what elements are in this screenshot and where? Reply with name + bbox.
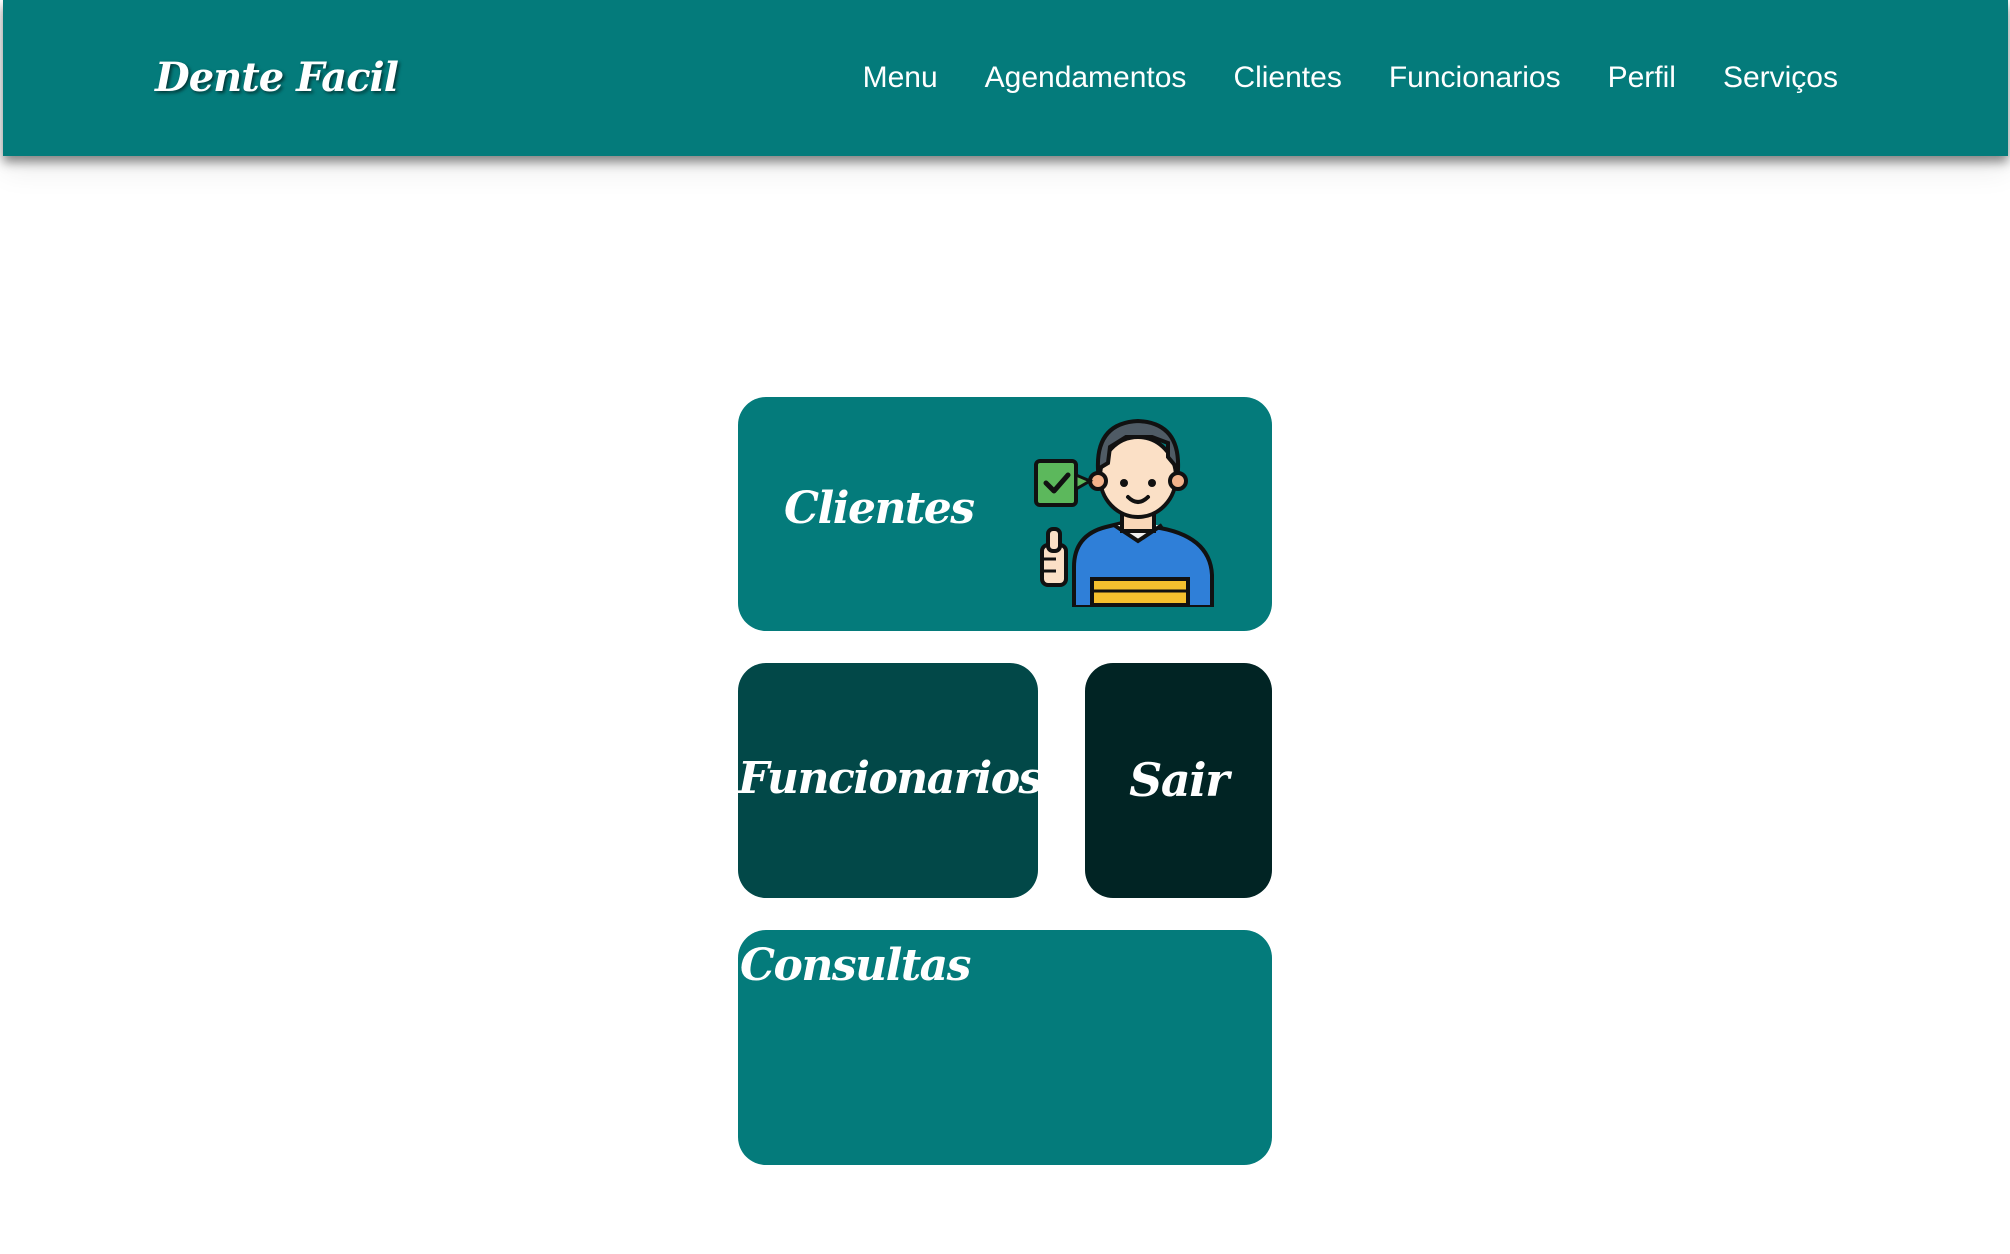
nav-item-perfil[interactable]: Perfil [1608, 61, 1676, 95]
top-navbar: Dente Facil Menu Agendamentos Clientes F… [3, 0, 2008, 156]
nav-item-menu[interactable]: Menu [863, 61, 938, 95]
nav-item-clientes[interactable]: Clientes [1233, 61, 1341, 95]
nav-item-funcionarios[interactable]: Funcionarios [1389, 61, 1561, 95]
customer-thumbs-up-icon [1034, 418, 1214, 607]
clientes-card[interactable]: Clientes [738, 397, 1272, 631]
brand-logo[interactable]: Dente Facil [155, 48, 399, 108]
clientes-card-label: Clientes [784, 483, 975, 534]
funcionarios-card[interactable]: Funcionarios [738, 663, 1038, 898]
sair-card-label: Sair [1129, 753, 1229, 807]
consultas-card-label: Consultas [740, 940, 971, 991]
nav-item-servicos[interactable]: Serviços [1723, 61, 1838, 95]
sair-card[interactable]: Sair [1085, 663, 1272, 898]
consultas-card[interactable]: Consultas [738, 930, 1272, 1165]
nav-links: Menu Agendamentos Clientes Funcionarios … [863, 50, 1838, 106]
funcionarios-card-label: Funcionarios [738, 753, 1038, 804]
nav-item-agendamentos[interactable]: Agendamentos [985, 61, 1187, 95]
